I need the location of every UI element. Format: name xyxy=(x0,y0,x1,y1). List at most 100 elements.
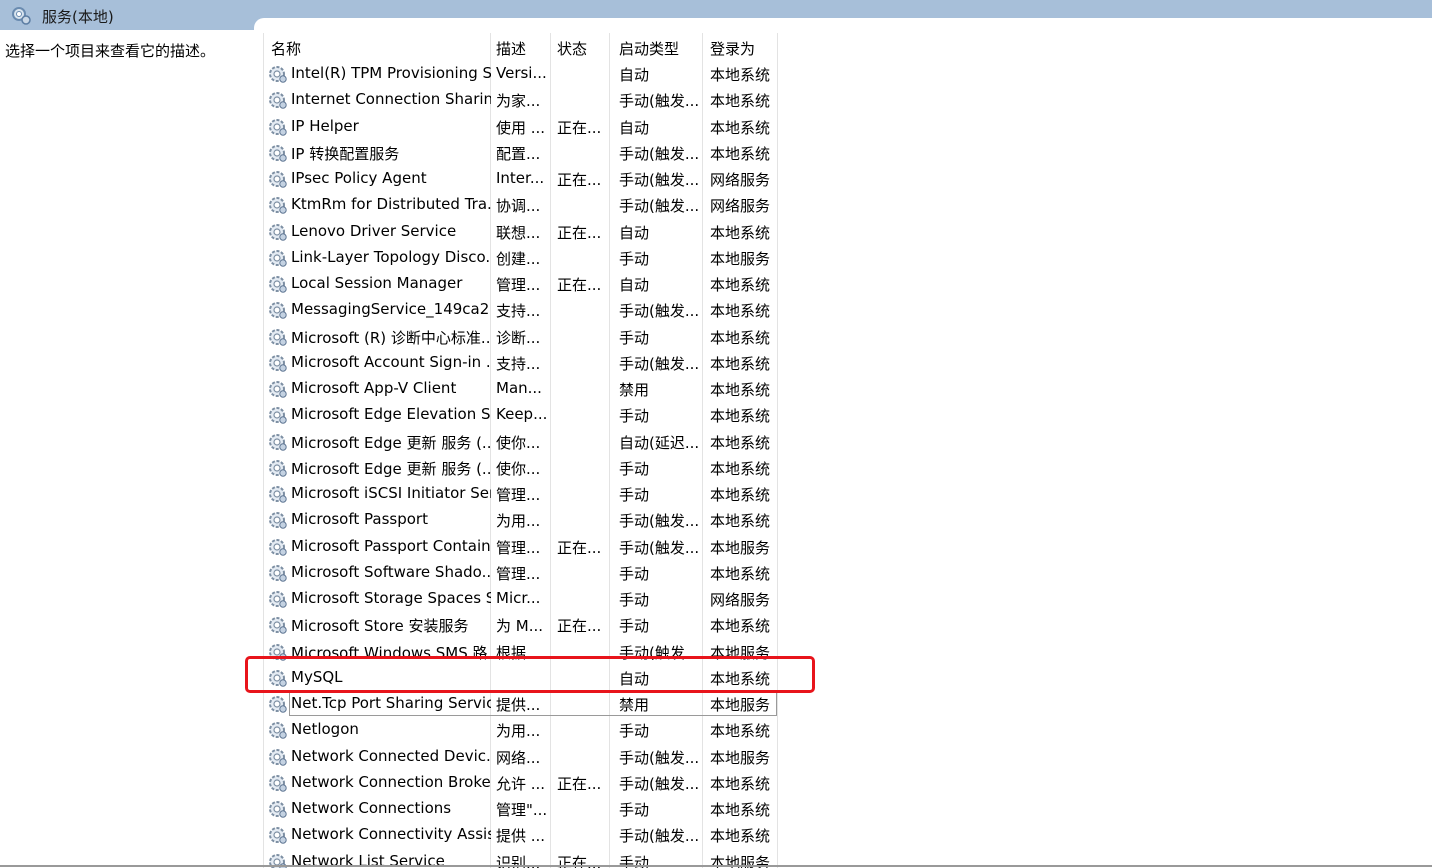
service-row[interactable]: Intel(R) TPM Provisioning S... Versi... 自动… xyxy=(263,61,783,87)
mysql-highlight-annotation xyxy=(245,656,815,693)
description-pane: 选择一个项目来查看它的描述。 xyxy=(0,32,254,868)
service-logon-as: 本地系统 xyxy=(710,92,771,111)
service-logon-as: 本地系统 xyxy=(710,433,771,452)
service-description: Versi... xyxy=(496,64,547,82)
service-description: 管理... xyxy=(496,486,541,504)
service-name: Microsoft Edge 更新 服务 (... xyxy=(291,459,491,478)
service-gear-icon xyxy=(267,221,289,243)
service-startup-type: 手动 xyxy=(619,328,650,347)
service-gear-icon xyxy=(267,89,289,111)
service-name: Microsoft Passport Container xyxy=(291,536,491,555)
service-startup-type: 手动(触发... xyxy=(619,774,700,793)
service-row[interactable]: Network Connected Devic... 网络... 手动(触发... 本… xyxy=(263,744,783,770)
pane-tab-edge xyxy=(254,18,1432,32)
service-row[interactable]: Microsoft (R) 诊断中心标准... 诊断... 手动 本地系统 xyxy=(263,324,783,350)
service-row[interactable]: KtmRm for Distributed Tra... 协调... 手动(触发..… xyxy=(263,192,783,218)
service-row[interactable]: Microsoft Store 安装服务 为 M... 正在... 手动 本地系统 xyxy=(263,612,783,638)
service-description: 允许 ... xyxy=(496,774,546,793)
service-row[interactable]: Lenovo Driver Service 联想... 正在... 自动 本地系统 xyxy=(263,219,783,245)
service-description: 为家... xyxy=(496,92,541,111)
column-header-description[interactable]: 描述 xyxy=(496,38,526,59)
service-description: 为 M... xyxy=(496,617,544,636)
service-row[interactable]: Microsoft Edge 更新 服务 (... 使你... 自动(延迟... 本地… xyxy=(263,429,783,455)
service-startup-type: 手动(触发... xyxy=(619,538,700,557)
service-logon-as: 本地系统 xyxy=(710,486,771,504)
service-gear-icon xyxy=(267,378,289,400)
service-logon-as: 本地系统 xyxy=(710,66,771,84)
service-description: Man... xyxy=(496,379,542,397)
service-row[interactable]: Network Connection Broker 允许 ... 正在... 手动(触… xyxy=(263,770,783,796)
service-row[interactable]: Internet Connection Sharin... 为家... 手动(触发.… xyxy=(263,87,783,113)
service-row[interactable]: Microsoft Edge 更新 服务 (... 使你... 手动 本地系统 xyxy=(263,455,783,481)
service-gear-icon xyxy=(267,194,289,216)
service-startup-type: 自动 xyxy=(619,118,650,137)
service-row[interactable]: IPsec Policy Agent Inter... 正在... 手动(触发... 网… xyxy=(263,166,783,192)
service-row[interactable]: IP Helper 使用 ... 正在... 自动 本地系统 xyxy=(263,114,783,140)
service-description: 网络... xyxy=(496,748,541,767)
service-row[interactable]: Microsoft Software Shado... 管理... 手动 本地系统 xyxy=(263,560,783,586)
service-row[interactable]: Link-Layer Topology Disco... 创建... 手动 本地服务 xyxy=(263,245,783,271)
service-logon-as: 本地系统 xyxy=(710,381,771,399)
service-row[interactable]: Microsoft Account Sign-in ... 支持... 手动(触发.… xyxy=(263,350,783,376)
service-logon-as: 本地系统 xyxy=(710,801,771,819)
service-row[interactable]: Microsoft Edge Elevation S... Keep... 手动 本地… xyxy=(263,402,783,428)
column-header-name[interactable]: 名称 xyxy=(271,38,301,59)
service-logon-as: 本地系统 xyxy=(710,512,771,531)
service-name: Microsoft Store 安装服务 xyxy=(291,617,469,636)
service-gear-icon xyxy=(267,457,289,479)
service-name: Network Connectivity Assis... xyxy=(291,825,491,844)
service-gear-icon xyxy=(267,614,289,636)
service-startup-type: 手动(触发... xyxy=(619,827,700,846)
service-startup-type: 手动(触发... xyxy=(619,92,700,111)
service-gear-icon xyxy=(267,562,289,584)
service-name: Microsoft (R) 诊断中心标准... xyxy=(291,328,491,347)
bottom-border xyxy=(0,865,1432,867)
description-text: 选择一个项目来查看它的描述。 xyxy=(5,42,216,60)
service-row[interactable]: Microsoft iSCSI Initiator Ser... 管理... 手动 本… xyxy=(263,481,783,507)
service-status: 正在... xyxy=(557,171,602,189)
service-gear-icon xyxy=(267,588,289,610)
service-row[interactable]: Netlogon 为用... 手动 本地系统 xyxy=(263,717,783,743)
service-logon-as: 本地服务 xyxy=(710,538,771,557)
service-name: Microsoft Storage Spaces S... xyxy=(291,589,491,607)
service-row[interactable]: Microsoft Passport 为用... 手动(触发... 本地系统 xyxy=(263,507,783,533)
service-row[interactable]: MessagingService_149ca2 支持... 手动(触发... 本地系统 xyxy=(263,297,783,323)
service-name: IP 转换配置服务 xyxy=(291,144,400,163)
service-startup-type: 手动 xyxy=(619,591,650,609)
service-row[interactable]: Network Connectivity Assis... 提供 ... 手动(触发… xyxy=(263,822,783,848)
service-logon-as: 网络服务 xyxy=(710,591,771,609)
service-description: Micr... xyxy=(496,589,541,607)
service-row[interactable]: Microsoft App-V Client Man... 禁用 本地系统 xyxy=(263,376,783,402)
service-logon-as: 本地系统 xyxy=(710,144,771,163)
service-row[interactable]: Microsoft Storage Spaces S... Micr... 手动 网络… xyxy=(263,586,783,612)
services-list[interactable]: 名称 ˄ 描述 状态 启动类型 登录为 Intel(R) TPM Provisi… xyxy=(263,33,783,868)
service-startup-type: 手动(触发... xyxy=(619,144,700,163)
column-header-startup-type[interactable]: 启动类型 xyxy=(619,38,679,59)
window-title: 服务(本地) xyxy=(42,8,114,26)
service-gear-icon xyxy=(267,116,289,138)
column-header-status[interactable]: 状态 xyxy=(557,38,587,59)
service-row[interactable]: Local Session Manager 管理... 正在... 自动 本地系统 xyxy=(263,271,783,297)
service-row[interactable]: Microsoft Passport Container 管理... 正在... 手动… xyxy=(263,534,783,560)
service-description: 为用... xyxy=(496,512,541,531)
service-name: Internet Connection Sharin... xyxy=(291,90,491,109)
service-description: 配置... xyxy=(496,144,541,163)
service-name: Microsoft Edge 更新 服务 (... xyxy=(291,433,491,452)
service-name: IPsec Policy Agent xyxy=(291,169,427,187)
column-header-logon-as[interactable]: 登录为 xyxy=(710,38,755,59)
service-startup-type: 手动(触发... xyxy=(619,748,700,767)
service-gear-icon xyxy=(267,431,289,453)
service-status: 正在... xyxy=(557,118,602,137)
focused-row-outline xyxy=(289,692,777,716)
service-row[interactable]: Network Connections 管理"... 手动 本地系统 xyxy=(263,796,783,822)
sort-ascending-icon: ˄ xyxy=(371,33,376,41)
service-gear-icon xyxy=(267,719,289,741)
service-startup-type: 手动 xyxy=(619,617,650,636)
service-row[interactable]: IP 转换配置服务 配置... 手动(触发... 本地系统 xyxy=(263,140,783,166)
service-gear-icon xyxy=(267,168,289,190)
service-startup-type: 手动 xyxy=(619,249,650,268)
service-name: Network Connections xyxy=(291,799,452,817)
service-name: Microsoft App-V Client xyxy=(291,379,457,397)
service-gear-icon xyxy=(267,326,289,348)
service-logon-as: 本地系统 xyxy=(710,328,771,347)
